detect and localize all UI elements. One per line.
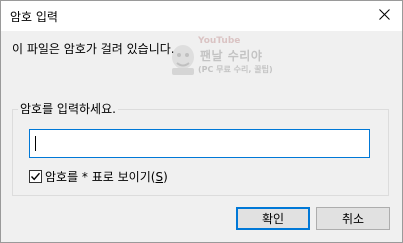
dialog-message: 이 파일은 암호가 걸려 있습니다.: [12, 42, 175, 56]
close-icon: [378, 9, 390, 23]
show-password-label-text: 암호를 * 표로 보이기(: [45, 169, 156, 184]
password-input[interactable]: [29, 129, 370, 158]
show-password-accelerator: S: [155, 169, 164, 184]
ok-button[interactable]: 확인: [236, 207, 310, 230]
channel-name: 팬날 수리야: [200, 49, 263, 63]
password-group-label: 암호를 입력하세요.: [18, 100, 118, 117]
close-button[interactable]: [366, 1, 402, 31]
channel-subtitle: (PC 무료 수리, 꿀팁): [198, 65, 273, 74]
youtube-label: YouTube: [198, 36, 241, 46]
title-bar: 암호 입력: [1, 1, 402, 31]
show-password-option[interactable]: 암호를 * 표로 보이기(S): [29, 168, 168, 184]
mascot-logo-icon: [168, 42, 198, 76]
channel-watermark: YouTube 팬날 수리야 (PC 무료 수리, 꿀팁): [168, 36, 278, 82]
window-title: 암호 입력: [10, 10, 58, 24]
text-caret: [35, 136, 36, 151]
show-password-label: 암호를 * 표로 보이기(S): [45, 168, 168, 185]
show-password-label-end: ): [163, 169, 168, 184]
cancel-button[interactable]: 취소: [316, 207, 390, 230]
show-password-checkbox[interactable]: [29, 169, 42, 183]
